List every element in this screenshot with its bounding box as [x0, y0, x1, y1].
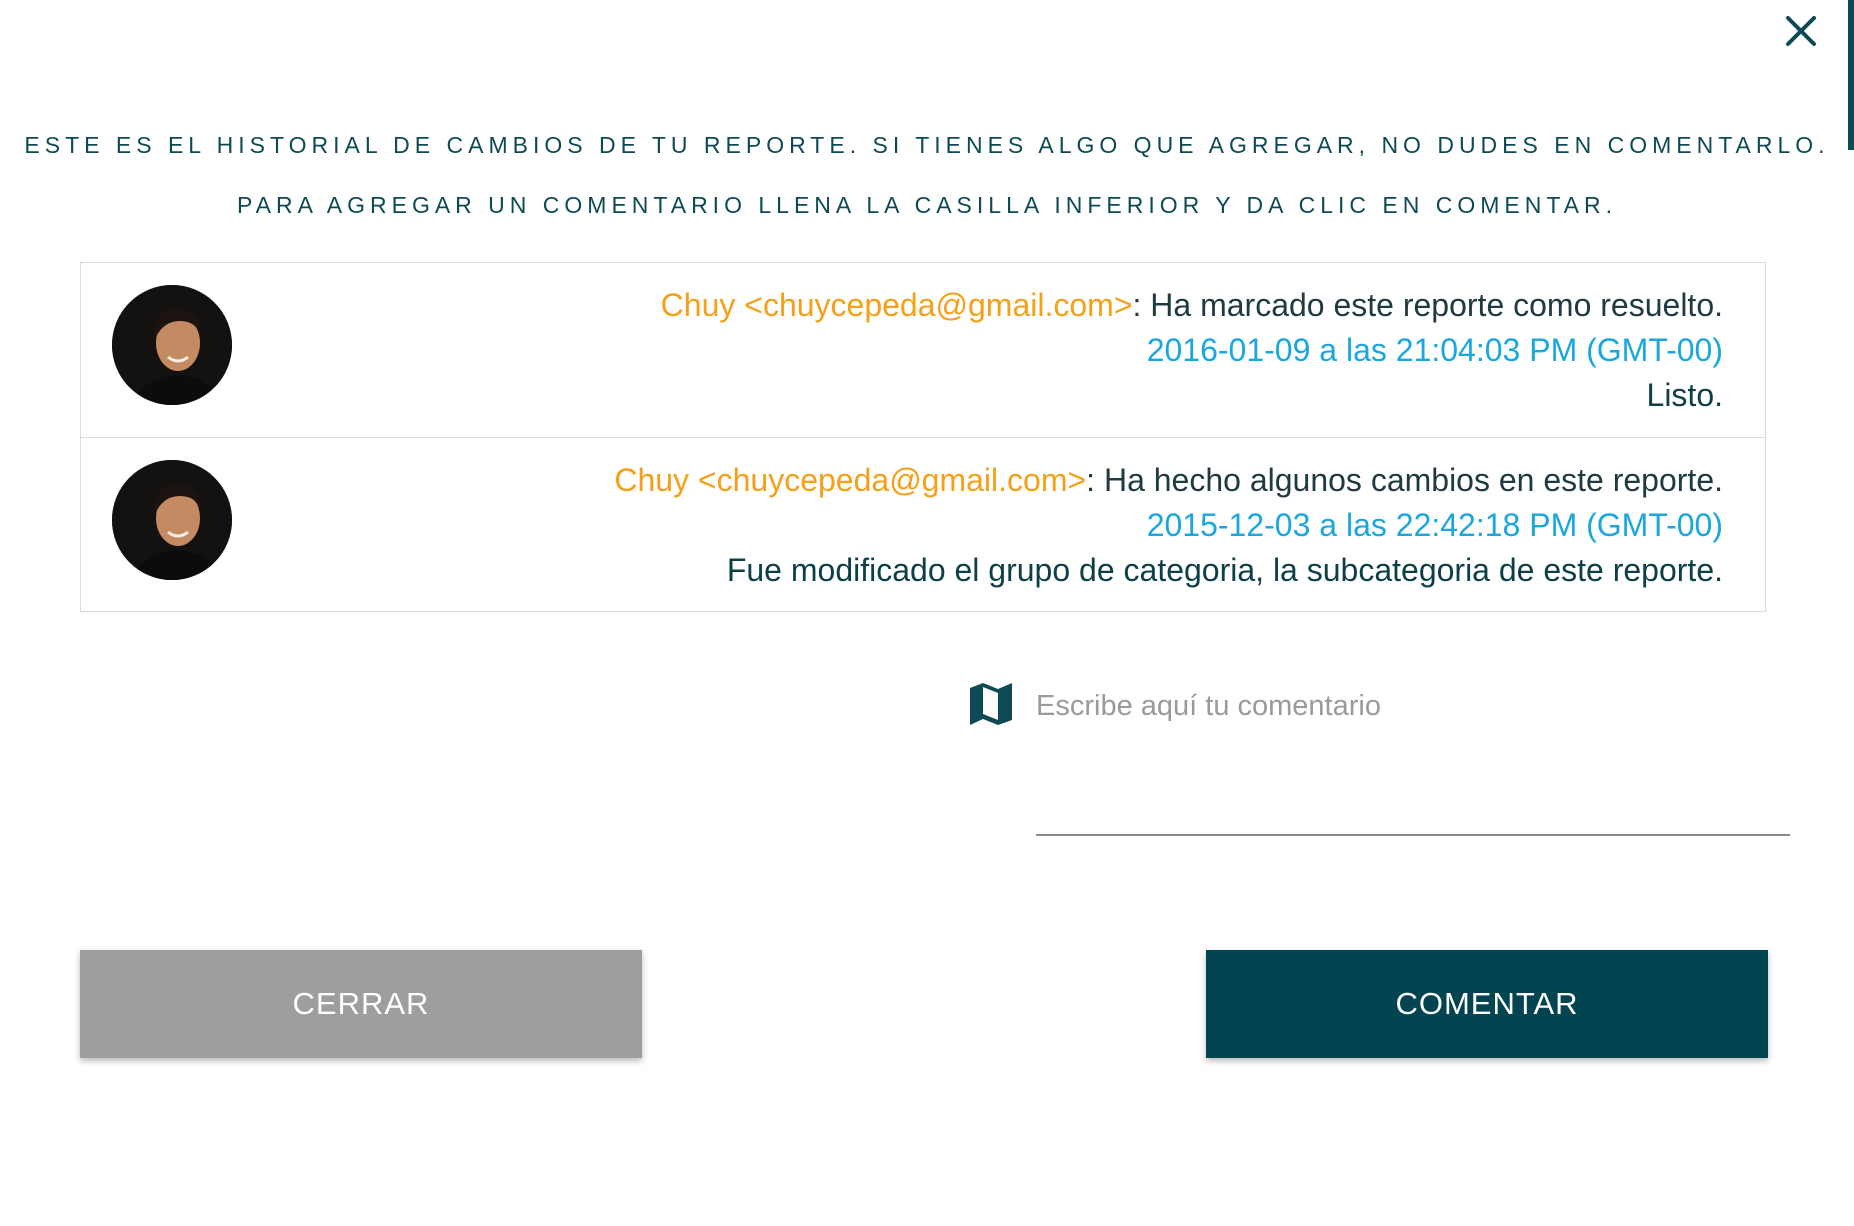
timestamp: 2015-12-03 a las 22:42:18 PM (GMT-00) [1146, 507, 1723, 543]
intro-text: ESTE ES EL HISTORIAL DE CAMBIOS DE TU RE… [24, 132, 1830, 158]
avatar [112, 285, 232, 405]
action-text: : Ha marcado este reporte como resuelto. [1132, 287, 1724, 323]
action-text: : Ha hecho algunos cambios en este repor… [1086, 462, 1723, 498]
instructions-text: PARA AGREGAR UN COMENTARIO LLENA LA CASI… [236, 192, 1618, 218]
author-label: Chuy <chuycepeda@gmail.com> [660, 287, 1133, 323]
note-text: Listo. [1646, 377, 1723, 413]
comment-button[interactable]: COMENTAR [1206, 950, 1768, 1058]
map-icon [970, 683, 1012, 725]
avatar [112, 460, 232, 580]
close-icon[interactable] [1784, 14, 1818, 48]
history-entry-text: Chuy <chuycepeda@gmail.com>: Ha marcado … [661, 283, 1723, 418]
timestamp: 2016-01-09 a las 21:04:03 PM (GMT-00) [1146, 332, 1723, 368]
author-label: Chuy <chuycepeda@gmail.com> [614, 462, 1087, 498]
note-text: Fue modificado el grupo de categoria, la… [726, 552, 1723, 588]
history-entry-text: Chuy <chuycepeda@gmail.com>: Ha hecho al… [614, 458, 1723, 593]
comment-input[interactable] [1036, 690, 1790, 836]
scrollbar[interactable] [1848, 0, 1854, 150]
history-entry: Chuy <chuycepeda@gmail.com>: Ha marcado … [81, 263, 1765, 437]
history-list: Chuy <chuycepeda@gmail.com>: Ha marcado … [80, 262, 1766, 612]
close-button[interactable]: CERRAR [80, 950, 642, 1058]
history-entry: Chuy <chuycepeda@gmail.com>: Ha hecho al… [81, 437, 1765, 611]
history-modal: ESTE ES EL HISTORIAL DE CAMBIOS DE TU RE… [0, 0, 1854, 1226]
